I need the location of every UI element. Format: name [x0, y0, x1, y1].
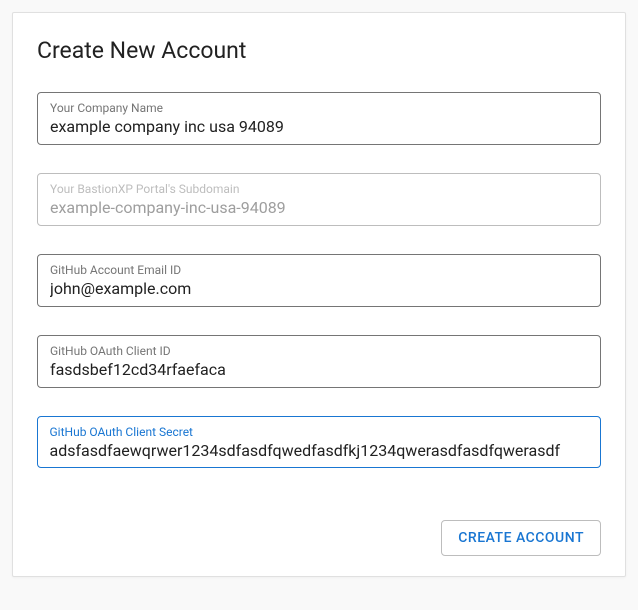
page-title: Create New Account	[37, 37, 601, 64]
client-secret-label: GitHub OAuth Client Secret	[50, 425, 589, 439]
company-name-field[interactable]: Your Company Name	[37, 92, 601, 145]
email-input[interactable]	[50, 279, 588, 298]
email-field[interactable]: GitHub Account Email ID	[37, 254, 601, 307]
subdomain-input	[50, 198, 588, 217]
email-label: GitHub Account Email ID	[50, 263, 588, 277]
client-id-label: GitHub OAuth Client ID	[50, 344, 588, 358]
client-id-input[interactable]	[50, 360, 588, 379]
subdomain-label: Your BastionXP Portal's Subdomain	[50, 182, 588, 196]
client-secret-field[interactable]: GitHub OAuth Client Secret	[37, 416, 601, 468]
create-account-button[interactable]: CREATE ACCOUNT	[441, 520, 601, 556]
create-account-card: Create New Account Your Company Name You…	[12, 12, 626, 577]
company-name-input[interactable]	[50, 117, 588, 136]
client-secret-input[interactable]	[50, 441, 589, 460]
actions-row: CREATE ACCOUNT	[37, 520, 601, 556]
company-name-label: Your Company Name	[50, 101, 588, 115]
subdomain-field: Your BastionXP Portal's Subdomain	[37, 173, 601, 226]
client-id-field[interactable]: GitHub OAuth Client ID	[37, 335, 601, 388]
